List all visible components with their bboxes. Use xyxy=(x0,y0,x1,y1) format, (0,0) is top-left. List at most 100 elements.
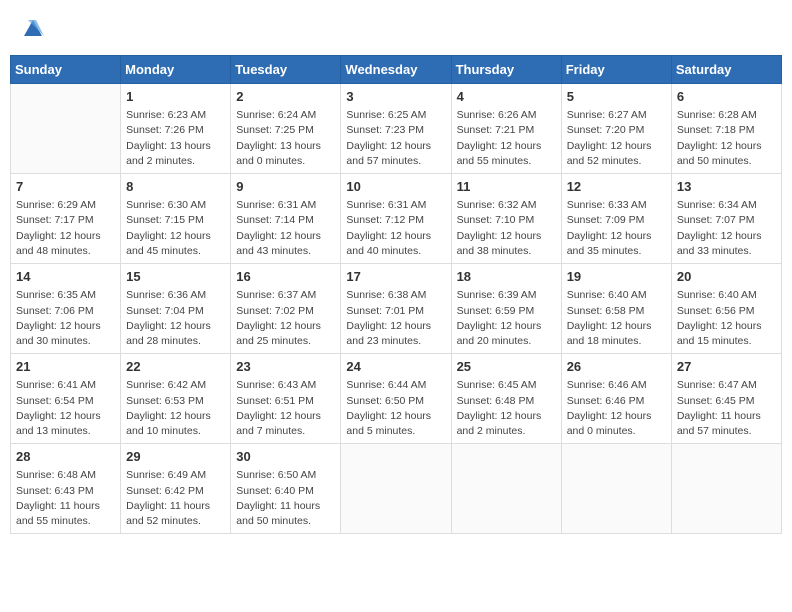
day-info: Sunrise: 6:30 AM Sunset: 7:15 PM Dayligh… xyxy=(126,198,225,259)
day-info: Sunrise: 6:42 AM Sunset: 6:53 PM Dayligh… xyxy=(126,378,225,439)
calendar-table: SundayMondayTuesdayWednesdayThursdayFrid… xyxy=(10,55,782,534)
day-cell: 1 Sunrise: 6:23 AM Sunset: 7:26 PM Daylig… xyxy=(121,84,231,174)
day-info: Sunrise: 6:43 AM Sunset: 6:51 PM Dayligh… xyxy=(236,378,335,439)
day-info: Sunrise: 6:25 AM Sunset: 7:23 PM Dayligh… xyxy=(346,108,445,169)
day-number: 24 xyxy=(346,358,445,376)
day-number: 2 xyxy=(236,88,335,106)
day-number: 8 xyxy=(126,178,225,196)
day-info: Sunrise: 6:40 AM Sunset: 6:56 PM Dayligh… xyxy=(677,288,776,349)
day-cell: 6 Sunrise: 6:28 AM Sunset: 7:18 PM Daylig… xyxy=(671,84,781,174)
day-number: 18 xyxy=(457,268,556,286)
day-cell: 17 Sunrise: 6:38 AM Sunset: 7:01 PM Dayli… xyxy=(341,264,451,354)
weekday-header-row: SundayMondayTuesdayWednesdayThursdayFrid… xyxy=(11,56,782,84)
day-cell: 2 Sunrise: 6:24 AM Sunset: 7:25 PM Daylig… xyxy=(231,84,341,174)
day-info: Sunrise: 6:46 AM Sunset: 6:46 PM Dayligh… xyxy=(567,378,666,439)
day-number: 30 xyxy=(236,448,335,466)
day-cell: 29 Sunrise: 6:49 AM Sunset: 6:42 PM Dayli… xyxy=(121,444,231,534)
day-number: 25 xyxy=(457,358,556,376)
day-info: Sunrise: 6:23 AM Sunset: 7:26 PM Dayligh… xyxy=(126,108,225,169)
week-row-5: 28 Sunrise: 6:48 AM Sunset: 6:43 PM Dayli… xyxy=(11,444,782,534)
day-number: 6 xyxy=(677,88,776,106)
weekday-header-tuesday: Tuesday xyxy=(231,56,341,84)
day-info: Sunrise: 6:44 AM Sunset: 6:50 PM Dayligh… xyxy=(346,378,445,439)
day-cell: 26 Sunrise: 6:46 AM Sunset: 6:46 PM Dayli… xyxy=(561,354,671,444)
logo-text xyxy=(20,18,44,45)
day-info: Sunrise: 6:32 AM Sunset: 7:10 PM Dayligh… xyxy=(457,198,556,259)
day-number: 9 xyxy=(236,178,335,196)
day-number: 23 xyxy=(236,358,335,376)
day-number: 4 xyxy=(457,88,556,106)
day-number: 1 xyxy=(126,88,225,106)
weekday-header-saturday: Saturday xyxy=(671,56,781,84)
page-header xyxy=(10,10,782,49)
day-info: Sunrise: 6:35 AM Sunset: 7:06 PM Dayligh… xyxy=(16,288,115,349)
day-cell: 7Sunrise: 6:29 AM Sunset: 7:17 PM Daylig… xyxy=(11,174,121,264)
day-info: Sunrise: 6:48 AM Sunset: 6:43 PM Dayligh… xyxy=(16,468,115,529)
day-number: 27 xyxy=(677,358,776,376)
day-info: Sunrise: 6:41 AM Sunset: 6:54 PM Dayligh… xyxy=(16,378,115,439)
day-cell xyxy=(11,84,121,174)
day-info: Sunrise: 6:24 AM Sunset: 7:25 PM Dayligh… xyxy=(236,108,335,169)
day-cell: 30 Sunrise: 6:50 AM Sunset: 6:40 PM Dayli… xyxy=(231,444,341,534)
day-info: Sunrise: 6:28 AM Sunset: 7:18 PM Dayligh… xyxy=(677,108,776,169)
day-cell: 14Sunrise: 6:35 AM Sunset: 7:06 PM Dayli… xyxy=(11,264,121,354)
day-cell: 20 Sunrise: 6:40 AM Sunset: 6:56 PM Dayli… xyxy=(671,264,781,354)
day-number: 12 xyxy=(567,178,666,196)
weekday-header-sunday: Sunday xyxy=(11,56,121,84)
day-cell: 24 Sunrise: 6:44 AM Sunset: 6:50 PM Dayli… xyxy=(341,354,451,444)
weekday-header-thursday: Thursday xyxy=(451,56,561,84)
day-cell xyxy=(561,444,671,534)
day-info: Sunrise: 6:50 AM Sunset: 6:40 PM Dayligh… xyxy=(236,468,335,529)
day-info: Sunrise: 6:31 AM Sunset: 7:14 PM Dayligh… xyxy=(236,198,335,259)
day-number: 21 xyxy=(16,358,115,376)
day-cell: 23 Sunrise: 6:43 AM Sunset: 6:51 PM Dayli… xyxy=(231,354,341,444)
day-number: 10 xyxy=(346,178,445,196)
day-number: 17 xyxy=(346,268,445,286)
day-number: 26 xyxy=(567,358,666,376)
day-cell: 21 Sunrise: 6:41 AM Sunset: 6:54 PM Dayli… xyxy=(11,354,121,444)
day-number: 28 xyxy=(16,448,115,466)
day-info: Sunrise: 6:38 AM Sunset: 7:01 PM Dayligh… xyxy=(346,288,445,349)
day-cell: 27Sunrise: 6:47 AM Sunset: 6:45 PM Dayli… xyxy=(671,354,781,444)
logo xyxy=(20,18,44,45)
day-info: Sunrise: 6:34 AM Sunset: 7:07 PM Dayligh… xyxy=(677,198,776,259)
day-cell: 25 Sunrise: 6:45 AM Sunset: 6:48 PM Dayli… xyxy=(451,354,561,444)
day-number: 3 xyxy=(346,88,445,106)
week-row-4: 21 Sunrise: 6:41 AM Sunset: 6:54 PM Dayli… xyxy=(11,354,782,444)
day-number: 7 xyxy=(16,178,115,196)
day-cell: 10 Sunrise: 6:31 AM Sunset: 7:12 PM Dayli… xyxy=(341,174,451,264)
day-number: 19 xyxy=(567,268,666,286)
day-info: Sunrise: 6:45 AM Sunset: 6:48 PM Dayligh… xyxy=(457,378,556,439)
day-cell: 22 Sunrise: 6:42 AM Sunset: 6:53 PM Dayli… xyxy=(121,354,231,444)
day-cell: 9 Sunrise: 6:31 AM Sunset: 7:14 PM Daylig… xyxy=(231,174,341,264)
day-number: 20 xyxy=(677,268,776,286)
day-cell: 12 Sunrise: 6:33 AM Sunset: 7:09 PM Dayli… xyxy=(561,174,671,264)
logo-icon xyxy=(22,18,44,40)
day-number: 15 xyxy=(126,268,225,286)
day-cell xyxy=(451,444,561,534)
day-cell: 11 Sunrise: 6:32 AM Sunset: 7:10 PM Dayli… xyxy=(451,174,561,264)
day-number: 5 xyxy=(567,88,666,106)
day-number: 11 xyxy=(457,178,556,196)
weekday-header-monday: Monday xyxy=(121,56,231,84)
day-cell xyxy=(341,444,451,534)
day-info: Sunrise: 6:36 AM Sunset: 7:04 PM Dayligh… xyxy=(126,288,225,349)
week-row-2: 7Sunrise: 6:29 AM Sunset: 7:17 PM Daylig… xyxy=(11,174,782,264)
day-cell: 18Sunrise: 6:39 AM Sunset: 6:59 PM Dayli… xyxy=(451,264,561,354)
day-cell: 4Sunrise: 6:26 AM Sunset: 7:21 PM Daylig… xyxy=(451,84,561,174)
day-number: 29 xyxy=(126,448,225,466)
day-info: Sunrise: 6:31 AM Sunset: 7:12 PM Dayligh… xyxy=(346,198,445,259)
day-number: 22 xyxy=(126,358,225,376)
weekday-header-wednesday: Wednesday xyxy=(341,56,451,84)
day-number: 16 xyxy=(236,268,335,286)
day-info: Sunrise: 6:49 AM Sunset: 6:42 PM Dayligh… xyxy=(126,468,225,529)
day-info: Sunrise: 6:37 AM Sunset: 7:02 PM Dayligh… xyxy=(236,288,335,349)
day-info: Sunrise: 6:27 AM Sunset: 7:20 PM Dayligh… xyxy=(567,108,666,169)
day-cell: 28 Sunrise: 6:48 AM Sunset: 6:43 PM Dayli… xyxy=(11,444,121,534)
calendar-body: 1 Sunrise: 6:23 AM Sunset: 7:26 PM Daylig… xyxy=(11,84,782,534)
week-row-1: 1 Sunrise: 6:23 AM Sunset: 7:26 PM Daylig… xyxy=(11,84,782,174)
day-info: Sunrise: 6:33 AM Sunset: 7:09 PM Dayligh… xyxy=(567,198,666,259)
day-cell: 19 Sunrise: 6:40 AM Sunset: 6:58 PM Dayli… xyxy=(561,264,671,354)
day-info: Sunrise: 6:40 AM Sunset: 6:58 PM Dayligh… xyxy=(567,288,666,349)
day-cell xyxy=(671,444,781,534)
